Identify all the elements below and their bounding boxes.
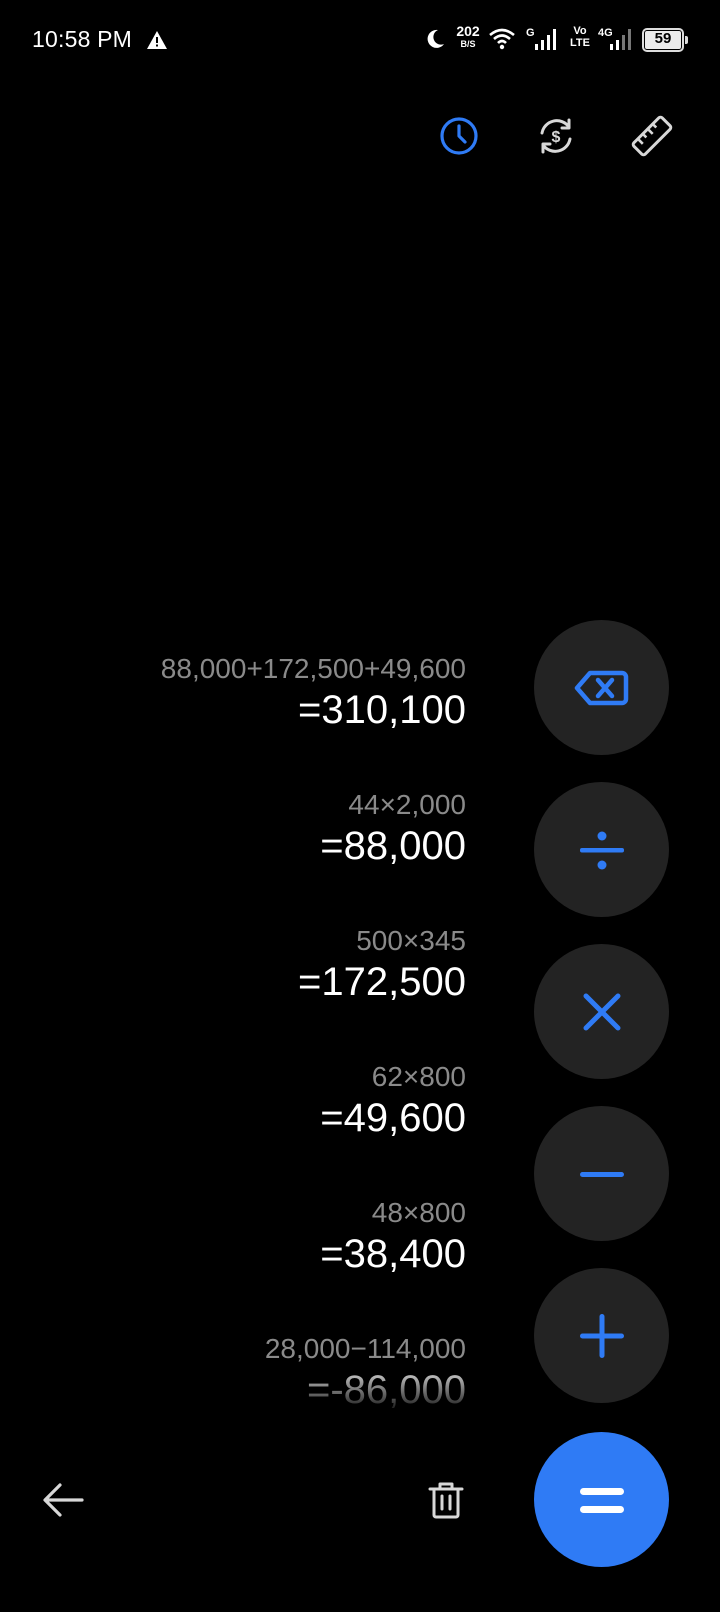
signal-strength-icon: G <box>526 27 556 50</box>
history-entry[interactable]: 28,000−114,000 =-86,000 <box>0 1332 466 1414</box>
plus-icon <box>579 1313 624 1358</box>
equals-icon <box>579 1487 624 1513</box>
network-speed-unit: B/S <box>460 39 476 49</box>
history-result: =172,500 <box>298 960 466 1004</box>
currency-convert-icon[interactable]: $ <box>534 114 578 158</box>
divide-icon <box>579 831 624 869</box>
history-expression: 62×800 <box>371 1061 466 1092</box>
history-entry[interactable]: 44×2,000 =88,000 <box>0 788 466 870</box>
status-bar: 10:58 PM 202 B/S G Vo LTE 4G 59 <box>0 0 720 84</box>
divide-button[interactable] <box>534 782 669 917</box>
wifi-icon <box>489 28 515 50</box>
history-entry[interactable]: 48×800 =38,400 <box>0 1196 466 1278</box>
svg-text:$: $ <box>552 129 561 146</box>
network-speed: 202 B/S <box>454 24 482 49</box>
multiply-button[interactable] <box>534 944 669 1079</box>
history-entry[interactable]: 62×800 =49,600 <box>0 1060 466 1142</box>
history-result: =310,100 <box>298 688 466 732</box>
network-type-label-2: 4G <box>598 27 613 39</box>
history-result: =-86,000 <box>306 1368 466 1412</box>
volte-top: Vo <box>573 25 587 37</box>
moon-icon <box>427 29 444 48</box>
multiply-icon <box>583 993 620 1030</box>
battery-indicator: 59 <box>642 28 688 52</box>
back-arrow-icon[interactable] <box>40 1480 86 1520</box>
history-icon[interactable] <box>437 114 481 158</box>
minus-icon <box>579 1171 624 1177</box>
history-expression: 88,000+172,500+49,600 <box>160 653 466 684</box>
history-expression: 44×2,000 <box>348 789 466 820</box>
network-speed-value: 202 <box>456 23 480 39</box>
equals-button[interactable] <box>534 1432 669 1567</box>
history-entry[interactable]: 500×345 =172,500 <box>0 924 466 1006</box>
history-result: =38,400 <box>320 1232 466 1276</box>
history-expression: 48×800 <box>371 1197 466 1228</box>
signal-strength-icon-2: 4G <box>598 27 631 50</box>
volte-indicator: Vo LTE <box>568 26 592 49</box>
status-time: 10:58 PM <box>32 26 133 52</box>
network-type-label: G <box>526 27 535 39</box>
trash-icon[interactable] <box>426 1480 466 1520</box>
history-expression: 28,000−114,000 <box>264 1333 466 1364</box>
volte-bottom: LTE <box>570 37 590 49</box>
alert-icon <box>147 31 167 49</box>
backspace-icon <box>574 670 628 705</box>
plus-button[interactable] <box>534 1268 669 1403</box>
minus-button[interactable] <box>534 1106 669 1241</box>
history-list[interactable]: 88,000+172,500+49,600 =310,100 44×2,000 … <box>0 640 466 1415</box>
history-result: =49,600 <box>320 1096 466 1140</box>
history-result: =88,000 <box>320 824 466 868</box>
backspace-button[interactable] <box>534 620 669 755</box>
ruler-icon[interactable] <box>630 114 674 158</box>
history-expression: 500×345 <box>356 925 466 956</box>
battery-level: 59 <box>654 30 672 47</box>
history-entry[interactable]: 88,000+172,500+49,600 =310,100 <box>0 652 466 734</box>
